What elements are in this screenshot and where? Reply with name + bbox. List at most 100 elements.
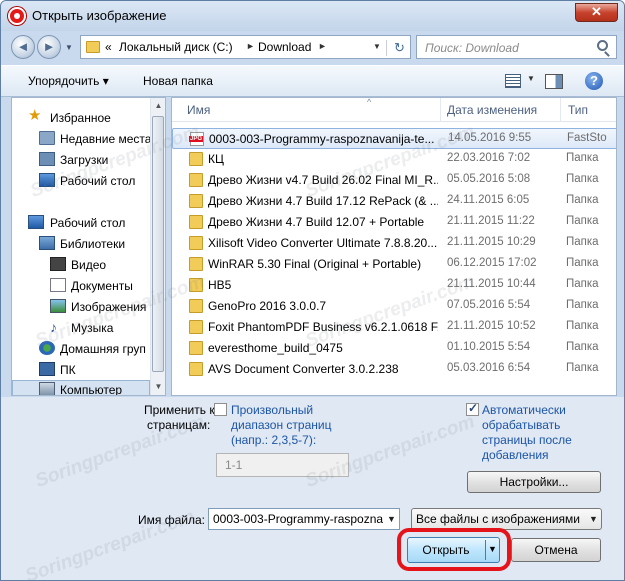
file-row[interactable]: everesthome_build_0475 01.10.2015 5:54 Пап… [172,338,616,359]
file-type: Папка [566,152,599,164]
file-row[interactable]: 0003-003-Programmy-raspoznavanija-te... 1… [172,128,616,149]
nav-item-label: Музыка [71,321,114,335]
nav-item-label: Компьютер [60,383,123,396]
nav-item-desktop[interactable]: Рабочий стол [12,213,152,233]
computer-icon [39,382,55,395]
file-name: WinRAR 5.30 Final (Original + Portable) [208,257,422,271]
nav-scrollbar[interactable]: ▲ ▼ [150,98,165,395]
breadcrumb-download[interactable]: Download [258,40,311,54]
file-name: GenoPro 2016 3.0.0.7 [208,299,327,313]
close-button[interactable]: ✕ [575,3,618,22]
breadcrumb-arrow-icon[interactable]: ► [246,41,255,51]
recent-places-icon [39,131,55,145]
address-dropdown-icon[interactable]: ▼ [373,42,381,51]
column-name[interactable]: Имя [187,103,210,117]
new-folder-button[interactable]: Новая папка [143,74,213,88]
file-row[interactable]: HB5 21.11.2015 10:44 Папка [172,275,616,296]
scroll-thumb[interactable] [152,116,164,372]
file-list: ^ Имя Дата изменения Тип 0003-003-Progra… [171,97,617,396]
filename-input[interactable]: 0003-003-Programmy-raspozna [208,508,400,530]
nav-item-label: Библиотеки [60,237,126,251]
column-date-modified[interactable]: Дата изменения [447,103,537,117]
address-overflow[interactable]: « [105,40,112,54]
search-icon[interactable] [597,40,608,51]
nav-item-pc[interactable]: ПК [12,360,152,380]
nav-item-pictures[interactable]: Изображения [12,297,152,317]
window-title: Открыть изображение [32,8,167,23]
view-details-icon[interactable] [505,74,521,88]
view-dropdown-icon[interactable]: ▼ [527,74,535,83]
nav-item-favorites[interactable]: ★ Избранное [12,108,152,128]
recent-pages-dropdown[interactable]: ▼ [65,43,73,52]
file-row[interactable]: Древо Жизни 4.7 Build 12.07 + Portable 21… [172,212,616,233]
column-header-row: ^ Имя Дата изменения Тип [172,97,616,122]
file-type-dropdown-icon[interactable]: ▼ [589,514,598,524]
search-input[interactable]: Поиск: Download [416,35,617,59]
nav-item-computer[interactable]: Компьютер [12,380,152,396]
file-date: 14.05.2016 9:55 [448,132,532,144]
settings-button[interactable]: Настройки... [467,471,601,493]
column-divider[interactable] [440,98,441,122]
organize-button[interactable]: Упорядочить ▾ [28,74,109,88]
auto-process-label[interactable]: добавления [482,448,549,462]
nav-item-label: Недавние места [60,132,152,146]
custom-range-checkbox[interactable] [214,403,227,416]
file-row[interactable]: КЦ 22.03.2016 7:02 Папка [172,149,616,170]
file-type: Папка [566,299,599,311]
nav-item-music[interactable]: ♪ Музыка [12,318,152,338]
scroll-down-icon[interactable]: ▼ [151,379,165,395]
file-row[interactable]: Древо Жизни 4.7 Build 17.12 RePack (& ..… [172,191,616,212]
file-row[interactable]: GenoPro 2016 3.0.0.7 07.05.2016 5:54 Папка [172,296,616,317]
auto-process-label[interactable]: Автоматически [482,403,566,417]
nav-item-documents[interactable]: Документы [12,276,152,296]
file-type: Папка [566,320,599,332]
auto-process-checkbox[interactable] [466,401,479,416]
nav-item-label: Избранное [50,111,111,125]
file-row[interactable]: Древо Жизни v4.7 Build 26.02 Final MI_R.… [172,170,616,191]
sort-indicator-icon: ^ [367,97,372,107]
cancel-button[interactable]: Отмена [511,538,601,562]
column-divider[interactable] [560,98,561,122]
libraries-icon [39,236,55,250]
file-date: 01.10.2015 5:54 [447,341,531,353]
file-date: 21.11.2015 10:29 [447,236,536,248]
preview-pane-icon[interactable] [545,74,563,89]
open-image-dialog: Открыть изображение ✕ ◄ ► ▼ « Локальный … [0,0,625,581]
nav-item-recent-places[interactable]: Недавние места [12,129,152,149]
file-type: Папка [566,194,599,206]
nav-item-desktop-favorite[interactable]: Рабочий стол [12,171,152,191]
auto-process-label[interactable]: обрабатывать [482,418,560,432]
file-row[interactable]: Foxit PhantomPDF Business v6.2.1.0618 F.… [172,317,616,338]
nav-item-video[interactable]: Видео [12,255,152,275]
custom-range-label[interactable]: Произвольный [231,403,313,417]
scroll-up-icon[interactable]: ▲ [151,98,165,114]
file-type: Папка [566,362,599,374]
file-row[interactable]: WinRAR 5.30 Final (Original + Portable) 0… [172,254,616,275]
file-row[interactable]: AVS Document Converter 3.0.2.238 05.03.20… [172,359,616,380]
file-type: Папка [566,257,599,269]
custom-range-label[interactable]: диапазон страниц [231,418,331,432]
back-button[interactable]: ◄ [11,35,35,59]
help-icon[interactable]: ? [585,72,603,90]
address-bar[interactable]: « Локальный диск (C:) ► Download ► ▼ ↻ [80,35,411,59]
file-row[interactable]: Xilisoft Video Converter Ultimate 7.8.8.… [172,233,616,254]
auto-process-label[interactable]: страницы после [482,433,572,447]
file-name: AVS Document Converter 3.0.2.238 [208,362,399,376]
refresh-icon[interactable]: ↻ [386,40,412,56]
custom-range-label[interactable]: (напр.: 2,3,5-7): [231,433,316,447]
column-type[interactable]: Тип [568,103,588,117]
command-toolbar: Упорядочить ▾ Новая папка ▼ ? [1,65,624,97]
breadcrumb-arrow-icon[interactable]: ► [318,41,327,51]
desktop-icon [28,215,44,229]
folder-icon [86,41,100,53]
nav-item-libraries[interactable]: Библиотеки [12,234,152,254]
breadcrumb-local-disk[interactable]: Локальный диск (C:) [119,40,233,54]
nav-item-downloads[interactable]: Загрузки [12,150,152,170]
filename-dropdown-icon[interactable]: ▼ [387,514,396,524]
forward-button[interactable]: ► [37,35,61,59]
page-range-input[interactable]: 1-1 [216,453,349,477]
title-bar: Открыть изображение ✕ [1,1,624,31]
file-type-filter[interactable]: Все файлы с изображениями [411,508,602,530]
nav-item-homegroup[interactable]: Домашняя груп [12,339,152,359]
filename-label: Имя файла: [138,513,205,527]
